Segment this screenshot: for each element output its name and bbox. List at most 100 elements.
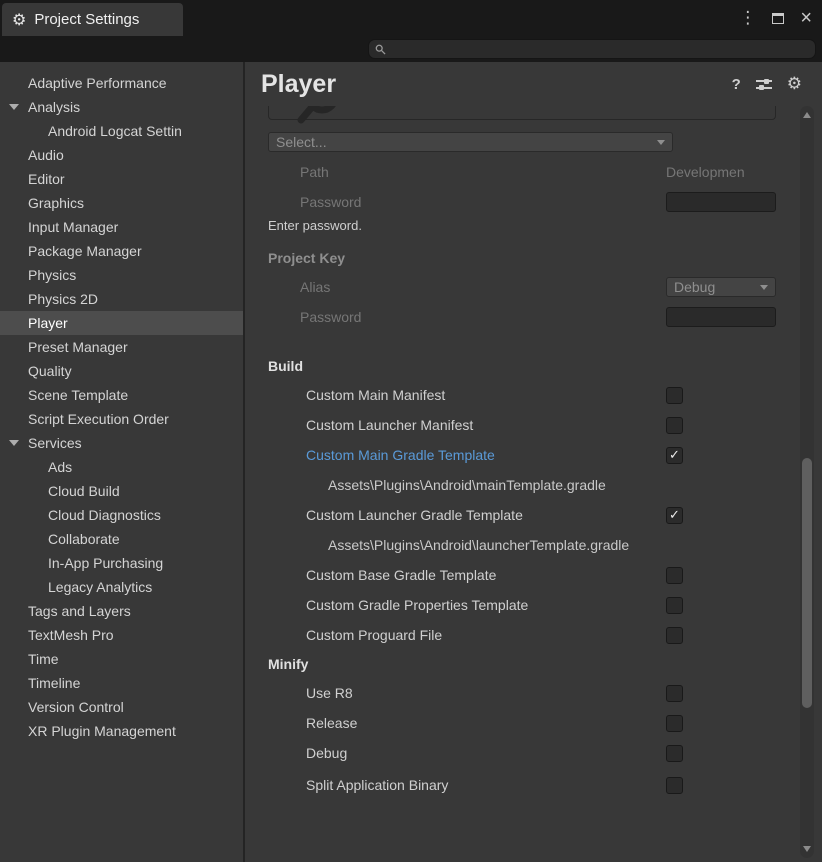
- sidebar-item-cloud-build[interactable]: Cloud Build: [0, 479, 243, 503]
- gear-icon[interactable]: ⚙: [787, 74, 802, 94]
- sidebar-item-services[interactable]: Services: [0, 431, 243, 455]
- setting-label-custom-main-manifest: Custom Main Manifest: [306, 387, 445, 403]
- sidebar-item-timeline[interactable]: Timeline: [0, 671, 243, 695]
- scroll-down-arrow-icon[interactable]: [803, 846, 811, 852]
- sidebar-item-label: Graphics: [28, 195, 84, 211]
- setting-row-custom-base-gradle-template: Custom Base Gradle Template: [268, 565, 776, 585]
- setting-row-custom-main-manifest: Custom Main Manifest: [268, 385, 776, 405]
- sidebar-item-analysis[interactable]: Analysis: [0, 95, 243, 119]
- build-rows: Custom Main ManifestCustom Launcher Mani…: [268, 385, 776, 645]
- setting-row-release: Release: [268, 713, 776, 733]
- settings-search-field[interactable]: [368, 39, 816, 59]
- settings-content: Select... Path Developmen Password Enter…: [245, 106, 822, 862]
- toolbar: [0, 36, 822, 62]
- checkbox-custom-proguard-file[interactable]: [666, 627, 683, 644]
- sidebar-item-input-manager[interactable]: Input Manager: [0, 215, 243, 239]
- sidebar-item-editor[interactable]: Editor: [0, 167, 243, 191]
- sidebar-item-android-logcat-settin[interactable]: Android Logcat Settin: [0, 119, 243, 143]
- setting-row-custom-main-gradle-template: Custom Main Gradle Template: [268, 445, 776, 465]
- sidebar-item-script-execution-order[interactable]: Script Execution Order: [0, 407, 243, 431]
- keystore-password-field[interactable]: [666, 192, 776, 212]
- sidebar-item-label: Script Execution Order: [28, 411, 169, 427]
- window-title: Project Settings: [34, 11, 139, 28]
- checkbox-custom-launcher-manifest[interactable]: [666, 417, 683, 434]
- alias-dropdown-value: Debug: [674, 279, 715, 295]
- setting-label-custom-main-gradle-template[interactable]: Custom Main Gradle Template: [306, 447, 495, 463]
- settings-gear-icon: ⚙: [12, 10, 26, 30]
- sidebar-item-physics-2d[interactable]: Physics 2D: [0, 287, 243, 311]
- setting-label-custom-proguard-file: Custom Proguard File: [306, 627, 442, 643]
- maximize-icon[interactable]: [772, 13, 784, 24]
- sidebar-item-graphics[interactable]: Graphics: [0, 191, 243, 215]
- alias-dropdown[interactable]: Debug: [666, 277, 776, 297]
- setting-row-custom-proguard-file: Custom Proguard File: [268, 625, 776, 645]
- search-icon: [375, 44, 386, 55]
- checkbox-custom-base-gradle-template[interactable]: [666, 567, 683, 584]
- keystore-password-label: Password: [300, 194, 361, 210]
- foldout-arrow-icon[interactable]: [9, 440, 19, 446]
- sidebar-item-collaborate[interactable]: Collaborate: [0, 527, 243, 551]
- window-controls: ⋮ ×: [739, 0, 812, 36]
- sidebar-item-player[interactable]: Player: [0, 311, 243, 335]
- checkbox-custom-gradle-properties-template[interactable]: [666, 597, 683, 614]
- checkbox-custom-main-gradle-template[interactable]: [666, 447, 683, 464]
- sidebar-item-label: Analysis: [28, 99, 80, 115]
- keystore-select-dropdown[interactable]: Select...: [268, 132, 673, 152]
- search-input[interactable]: [391, 42, 809, 57]
- scroll-up-arrow-icon[interactable]: [803, 112, 811, 118]
- sidebar-item-version-control[interactable]: Version Control: [0, 695, 243, 719]
- sidebar-item-label: Time: [28, 651, 59, 667]
- sidebar-item-adaptive-performance[interactable]: Adaptive Performance: [0, 71, 243, 95]
- alias-row: Alias Debug: [268, 277, 776, 297]
- sidebar-item-physics[interactable]: Physics: [0, 263, 243, 287]
- sidebar-item-in-app-purchasing[interactable]: In-App Purchasing: [0, 551, 243, 575]
- panel-header: Player ? ⚙: [245, 62, 822, 106]
- sidebar-item-legacy-analytics[interactable]: Legacy Analytics: [0, 575, 243, 599]
- foldout-arrow-icon[interactable]: [9, 104, 19, 110]
- sidebar-item-audio[interactable]: Audio: [0, 143, 243, 167]
- setting-label-custom-base-gradle-template: Custom Base Gradle Template: [306, 567, 496, 583]
- keystore-path-row: Path Developmen: [268, 162, 776, 182]
- keystore-select-value: Select...: [276, 134, 327, 150]
- sidebar-item-tags-and-layers[interactable]: Tags and Layers: [0, 599, 243, 623]
- sidebar-item-label: XR Plugin Management: [28, 723, 176, 739]
- checkbox-release[interactable]: [666, 715, 683, 732]
- help-icon[interactable]: ?: [732, 76, 741, 93]
- dropdown-arrow-icon: [657, 140, 665, 145]
- checkbox-custom-main-manifest[interactable]: [666, 387, 683, 404]
- sidebar-item-label: Ads: [48, 459, 72, 475]
- sidebar-item-ads[interactable]: Ads: [0, 455, 243, 479]
- sidebar-item-preset-manager[interactable]: Preset Manager: [0, 335, 243, 359]
- sidebar-item-quality[interactable]: Quality: [0, 359, 243, 383]
- titlebar: ⚙ Project Settings ⋮ ×: [0, 0, 822, 36]
- project-key-password-field[interactable]: [666, 307, 776, 327]
- sidebar-item-label: TextMesh Pro: [28, 627, 114, 643]
- setting-row-custom-gradle-properties-template: Custom Gradle Properties Template: [268, 595, 776, 615]
- checkbox-split-application-binary[interactable]: [666, 777, 683, 794]
- sidebar-item-scene-template[interactable]: Scene Template: [0, 383, 243, 407]
- checkbox-custom-launcher-gradle-template[interactable]: [666, 507, 683, 524]
- sidebar-item-xr-plugin-management[interactable]: XR Plugin Management: [0, 719, 243, 743]
- sidebar-item-textmesh-pro[interactable]: TextMesh Pro: [0, 623, 243, 647]
- menu-kebab-icon[interactable]: ⋮: [739, 8, 756, 28]
- checkbox-use-r8[interactable]: [666, 685, 683, 702]
- sidebar-item-package-manager[interactable]: Package Manager: [0, 239, 243, 263]
- checkbox-debug[interactable]: [666, 745, 683, 762]
- sidebar-item-label: Physics: [28, 267, 76, 283]
- close-icon[interactable]: ×: [800, 8, 812, 28]
- setting-label-release: Release: [306, 715, 357, 731]
- keystore-select-row: Select...: [268, 132, 776, 152]
- sidebar-item-label: Tags and Layers: [28, 603, 131, 619]
- page-title: Player: [261, 70, 336, 99]
- player-settings-panel: Player ? ⚙ Select.: [245, 62, 822, 862]
- vertical-scrollbar[interactable]: [800, 106, 814, 858]
- sidebar-item-cloud-diagnostics[interactable]: Cloud Diagnostics: [0, 503, 243, 527]
- scrollbar-thumb[interactable]: [802, 458, 812, 708]
- sidebar-item-time[interactable]: Time: [0, 647, 243, 671]
- minify-section-title: Minify: [268, 655, 776, 673]
- setting-label-custom-gradle-properties-template: Custom Gradle Properties Template: [306, 597, 528, 613]
- preset-icon[interactable]: [756, 78, 772, 91]
- project-key-password-row: Password: [268, 307, 776, 327]
- window-tab[interactable]: ⚙ Project Settings: [2, 3, 183, 36]
- sidebar: Adaptive Performance Analysis Android Logc…: [0, 62, 243, 862]
